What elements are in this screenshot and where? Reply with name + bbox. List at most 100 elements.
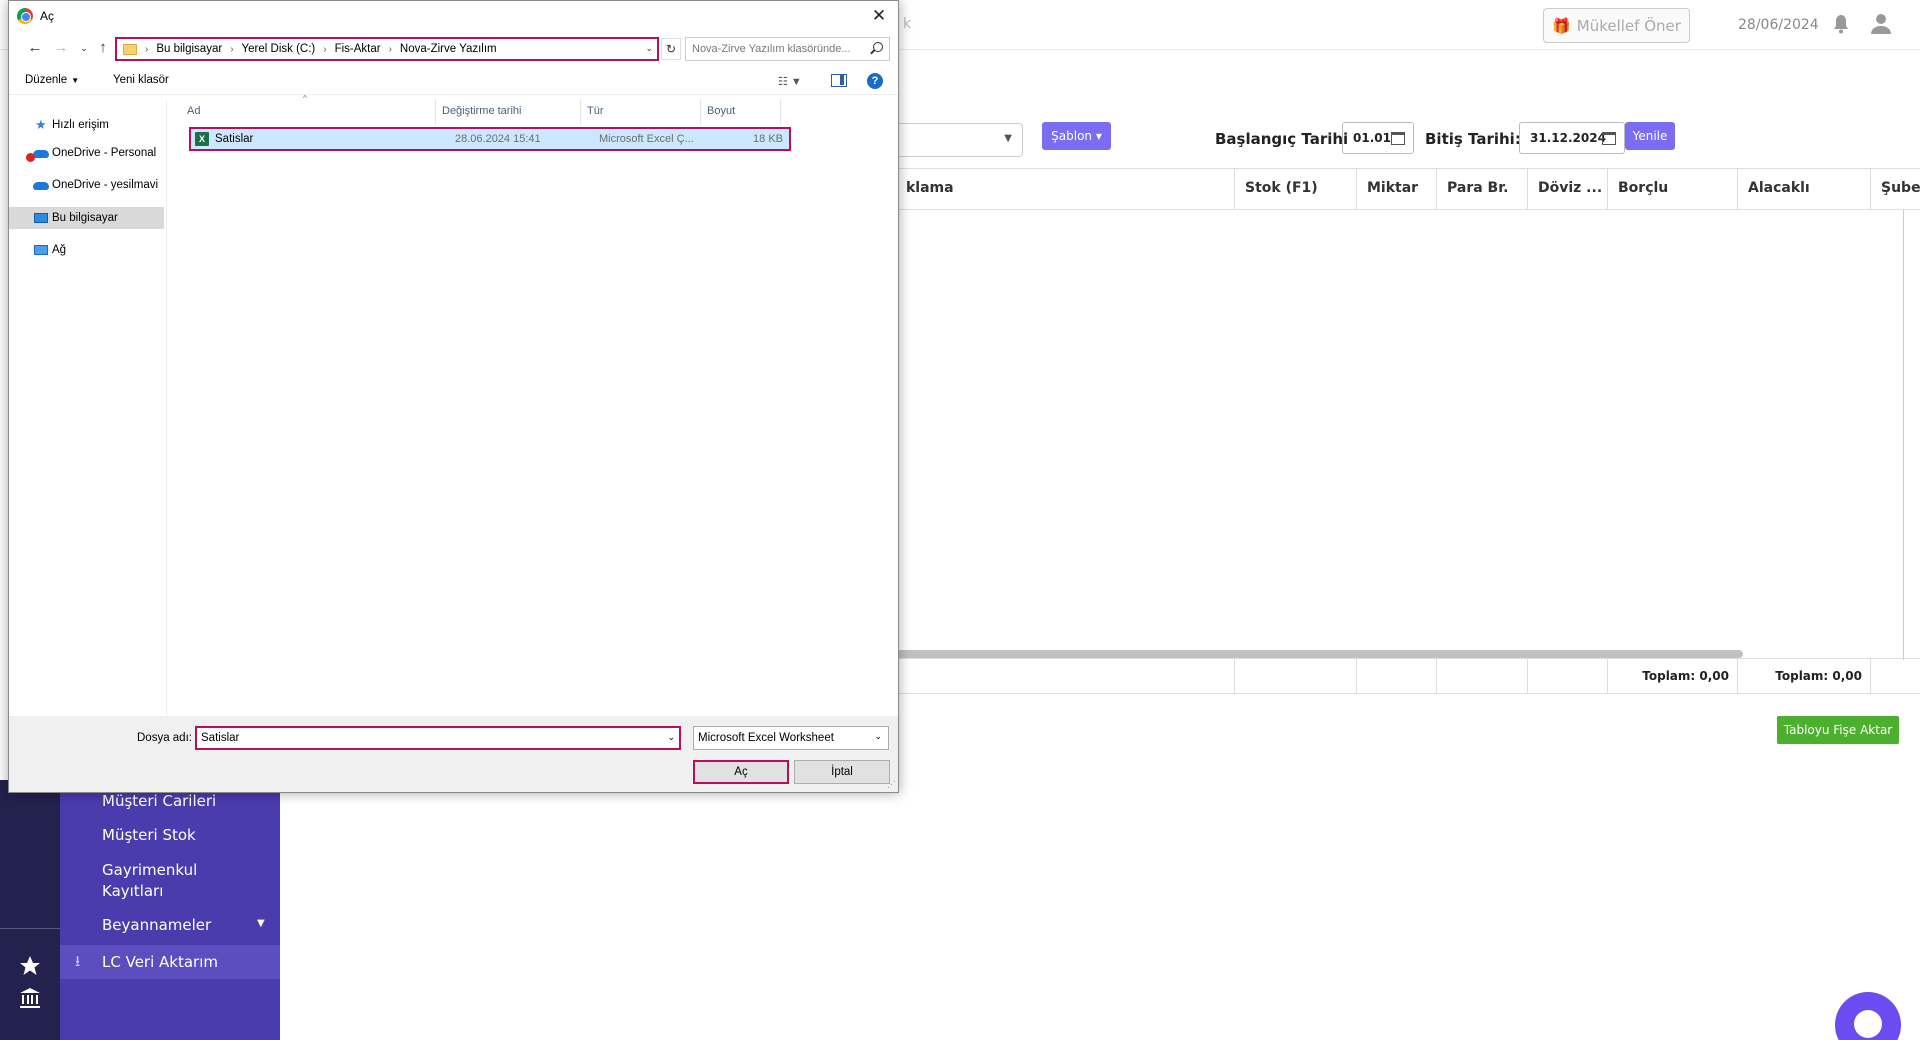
search-placeholder: Nova-Zirve Yazılım klasöründe... <box>692 43 851 55</box>
file-row-satislar[interactable]: X Satislar 28.06.2024 15:41 Microsoft Ex… <box>189 127 791 151</box>
sidebar-menu: Müşteri Carileri Müşteri Stok Gayrimenku… <box>60 780 280 1040</box>
nav-label: Bu bilgisayar <box>52 212 118 224</box>
nav-label: Hızlı erişim <box>52 119 109 131</box>
chat-widget-icon[interactable] <box>1835 992 1901 1040</box>
mukellef-oner-button[interactable]: 🎁 Mükellef Öner <box>1543 8 1690 43</box>
chevron-right-icon: › <box>388 43 392 55</box>
baslangic-value: 01.01 <box>1353 131 1391 145</box>
sidebar-item-kayitlari[interactable]: Kayıtları <box>102 881 163 902</box>
col-para-br[interactable]: Para Br. <box>1436 169 1527 209</box>
sidebar-item-gayrimenkul[interactable]: Gayrimenkul <box>102 860 197 881</box>
help-icon[interactable]: ? <box>867 73 883 89</box>
cancel-button[interactable]: İptal <box>794 760 890 784</box>
nav-this-pc[interactable]: Bu bilgisayar <box>9 207 164 229</box>
back-arrow-icon[interactable]: ← <box>25 38 45 58</box>
dialog-bottom-bar: Dosya adı: Satislar ⌄ Microsoft Excel Wo… <box>9 716 898 792</box>
bitis-date-input[interactable]: 31.12.2024 <box>1519 122 1625 154</box>
filename-value: Satislar <box>201 732 240 744</box>
col-name[interactable]: Ad <box>181 99 436 124</box>
calendar-icon[interactable] <box>1602 132 1616 145</box>
up-arrow-icon[interactable]: ↑ <box>93 38 113 58</box>
col-aciklama[interactable]: klama <box>896 169 1234 209</box>
star-icon[interactable] <box>18 954 42 978</box>
bitis-label: Bitiş Tarihi: <box>1425 130 1521 148</box>
folder-search-input[interactable]: Nova-Zirve Yazılım klasöründe... <box>685 37 890 61</box>
star-icon: ★ <box>35 117 47 132</box>
bell-icon[interactable] <box>1832 14 1850 34</box>
filetype-value: Microsoft Excel Worksheet <box>698 732 834 744</box>
search-icon[interactable] <box>873 42 883 52</box>
col-stok[interactable]: Stok (F1) <box>1234 169 1356 209</box>
computer-icon <box>34 213 48 223</box>
view-options-icon[interactable]: ☷ ▼ <box>778 75 802 88</box>
network-icon <box>34 245 48 255</box>
footer-cell <box>1356 659 1436 693</box>
chevron-right-icon: › <box>145 43 149 55</box>
vertical-scrollbar-track[interactable] <box>1903 210 1904 660</box>
folder-icon <box>123 43 137 55</box>
nav-network[interactable]: Ağ <box>9 239 164 261</box>
file-type: Microsoft Excel Ç... <box>599 133 694 145</box>
chevron-right-icon: › <box>323 43 327 55</box>
col-borclu[interactable]: Borçlu <box>1607 169 1737 209</box>
navigation-pane: ★ Hızlı erişim OneDrive - Personal OneDr… <box>9 99 167 716</box>
header-date: 28/06/2024 <box>1738 17 1819 33</box>
file-open-dialog: Aç ✕ ← → ⌄ ↑ › Bu bilgisayar › Yerel Dis… <box>8 0 899 793</box>
calendar-icon[interactable] <box>1391 132 1405 145</box>
breadcrumb-nova-zirve[interactable]: Nova-Zirve Yazılım <box>400 43 497 55</box>
nav-onedrive-personal[interactable]: OneDrive - Personal <box>9 142 164 164</box>
breadcrumb-local-disk[interactable]: Yerel Disk (C:) <box>242 43 316 55</box>
filename-input[interactable]: Satislar ⌄ <box>195 726 681 750</box>
nav-quick-access[interactable]: ★ Hızlı erişim <box>9 114 164 136</box>
col-doviz[interactable]: Döviz ... <box>1527 169 1607 209</box>
col-type[interactable]: Tür <box>581 99 701 124</box>
sidebar-item-musteri-stok[interactable]: Müşteri Stok <box>102 825 196 846</box>
file-name: Satislar <box>215 133 254 145</box>
user-icon[interactable] <box>1871 13 1891 35</box>
file-modified: 28.06.2024 15:41 <box>455 133 541 145</box>
sidebar-item-musteri-carileri[interactable]: Müşteri Carileri <box>102 791 216 812</box>
sidebar-divider <box>0 928 60 929</box>
chevron-down-icon[interactable]: ⌄ <box>667 732 675 743</box>
new-folder-button[interactable]: Yeni klasör <box>113 74 169 86</box>
file-size: 18 KB <box>753 133 783 145</box>
bank-icon[interactable] <box>18 986 42 1010</box>
close-icon[interactable]: ✕ <box>866 3 892 29</box>
organize-label: Düzenle <box>25 74 68 86</box>
bitis-value: 31.12.2024 <box>1530 131 1606 145</box>
sablon-label: Şablon <box>1051 129 1093 143</box>
refresh-icon[interactable]: ↻ <box>661 38 681 60</box>
selection-dropdown[interactable]: ▼ <box>890 123 1023 157</box>
col-alacakli[interactable]: Alacaklı <box>1737 169 1870 209</box>
horizontal-scrollbar[interactable] <box>896 650 1743 658</box>
col-modified[interactable]: Değiştirme tarihi <box>436 99 581 124</box>
col-miktar[interactable]: Miktar <box>1356 169 1436 209</box>
command-bar: Düzenle ▼ Yeni klasör ☷ ▼ ? <box>9 67 898 95</box>
caret-down-icon: ▼ <box>257 918 265 929</box>
tabloyu-fise-aktar-button[interactable]: Tabloyu Fişe Aktar <box>1777 716 1899 744</box>
filetype-select[interactable]: Microsoft Excel Worksheet ⌄ <box>693 726 889 750</box>
sidebar-item-beyannameler[interactable]: Beyannameler <box>102 915 211 936</box>
address-bar[interactable]: › Bu bilgisayar › Yerel Disk (C:) › Fis-… <box>115 37 659 61</box>
col-size[interactable]: Boyut <box>701 99 781 124</box>
dialog-titlebar[interactable]: Aç ✕ <box>9 1 898 31</box>
nav-onedrive-yesilmavi[interactable]: OneDrive - yesilmavi <box>9 174 164 196</box>
open-button[interactable]: Aç <box>693 760 789 784</box>
breadcrumb-this-pc[interactable]: Bu bilgisayar <box>156 43 222 55</box>
sidebar-item-lc-veri-aktarim[interactable]: ⭳ LC Veri Aktarım <box>60 945 280 979</box>
chevron-right-icon: › <box>230 43 234 55</box>
sablon-button[interactable]: Şablon ▾ <box>1042 122 1111 150</box>
forward-arrow-icon[interactable]: → <box>51 38 71 58</box>
grid-footer: Toplam: 0,00 Toplam: 0,00 <box>896 658 1920 694</box>
footer-cell <box>1527 659 1607 693</box>
preview-pane-icon[interactable] <box>831 74 847 87</box>
organize-menu[interactable]: Düzenle ▼ <box>25 74 79 86</box>
recent-locations-icon[interactable]: ⌄ <box>74 38 94 58</box>
baslangic-date-input[interactable]: 01.01 <box>1342 122 1414 154</box>
yenile-button[interactable]: Yenile <box>1625 122 1675 150</box>
col-sube[interactable]: Şube <box>1870 169 1920 209</box>
chevron-down-icon[interactable]: ⌄ <box>645 43 653 54</box>
resize-grip-icon[interactable]: ⋰ <box>887 779 896 790</box>
breadcrumb-fis-aktar[interactable]: Fis-Aktar <box>335 43 381 55</box>
nav-label: OneDrive - yesilmavi <box>52 179 159 191</box>
